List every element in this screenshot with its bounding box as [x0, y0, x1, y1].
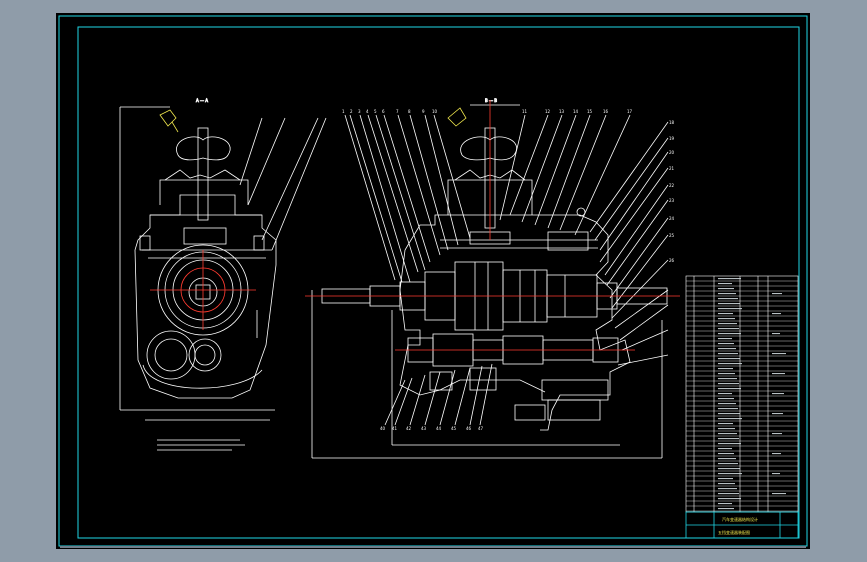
- leader-number: 26: [669, 258, 675, 263]
- left-view-red-accents: [150, 250, 256, 330]
- leader-number: 18: [669, 120, 675, 125]
- left-section-view: A — A: [119, 98, 327, 451]
- leader-number: 8: [408, 109, 411, 114]
- leader-number: 15: [587, 109, 593, 114]
- leader-number: 24: [669, 216, 675, 221]
- leader-number: 9: [422, 109, 425, 114]
- leader-number: 20: [669, 150, 675, 155]
- leader-number: 4: [366, 109, 369, 114]
- leader-number: 45: [451, 426, 457, 431]
- section-label-a: A — A: [196, 98, 208, 103]
- leader-number: 2: [350, 109, 353, 114]
- leader-number: 16: [603, 109, 609, 114]
- right-view-red-accents: [305, 100, 680, 351]
- leader-number: 1: [342, 109, 345, 114]
- leader-number: 14: [573, 109, 579, 114]
- parts-list-rows: [686, 280, 798, 512]
- leader-numbers-bottom: 40 41 42 43 44 45 46 47: [380, 426, 484, 431]
- leader-number: 13: [559, 109, 565, 114]
- leader-number: 21: [669, 166, 675, 171]
- leader-number: 6: [382, 109, 385, 114]
- leader-number: 22: [669, 183, 675, 188]
- cad-viewport[interactable]: A — A B — B 1 2 3 4 5 6 7 8 9 10 11 12 1…: [0, 0, 867, 562]
- leader-number: 44: [436, 426, 442, 431]
- leader-number: 10: [432, 109, 438, 114]
- title-line-1: 汽车变速器结构设计: [722, 516, 758, 522]
- leader-number: 11: [522, 109, 528, 114]
- leader-number: 5: [374, 109, 377, 114]
- leader-number: 43: [421, 426, 427, 431]
- leader-number: 46: [466, 426, 472, 431]
- leader-number: 23: [669, 198, 675, 203]
- leader-number: 41: [392, 426, 398, 431]
- leader-number: 19: [669, 136, 675, 141]
- drawing-canvas: A — A B — B 1 2 3 4 5 6 7 8 9 10 11 12 1…: [58, 15, 808, 548]
- title-line-2: 五挡变速器装配图: [718, 529, 750, 535]
- leader-number: 7: [396, 109, 399, 114]
- leader-number: 42: [406, 426, 412, 431]
- leader-number: 3: [358, 109, 361, 114]
- parts-list-entries: [718, 278, 786, 510]
- leader-number: 12: [545, 109, 551, 114]
- leader-number: 40: [380, 426, 386, 431]
- section-label-b: B — B: [485, 98, 497, 103]
- leader-number: 47: [478, 426, 484, 431]
- inner-border: [77, 26, 800, 539]
- leader-number: 25: [669, 233, 675, 238]
- leader-number: 17: [627, 109, 633, 114]
